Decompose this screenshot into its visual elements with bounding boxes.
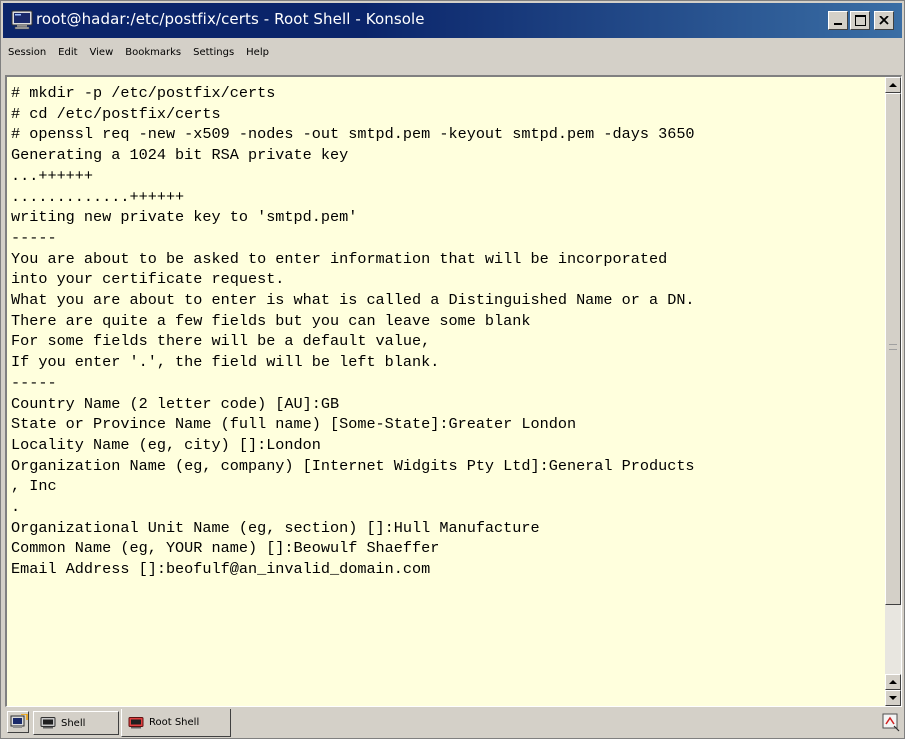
close-session-icon[interactable] <box>882 712 900 732</box>
terminal-line: Organizational Unit Name (eg, section) [… <box>11 518 540 537</box>
terminal-line: If you enter '.', the field will be left… <box>11 353 440 372</box>
terminal-output[interactable]: # mkdir -p /etc/postfix/certs # cd /etc/… <box>7 77 886 706</box>
terminal-line: Common Name (eg, YOUR name) []:Beowulf S… <box>11 539 440 558</box>
terminal-line: # cd /etc/postfix/certs <box>11 104 221 123</box>
terminal-line: Email Address []:beofulf@an_invalid_doma… <box>11 560 431 579</box>
scrollbar-thumb[interactable] <box>885 93 901 605</box>
terminal-line: What you are about to enter is what is c… <box>11 291 695 310</box>
terminal-line: # mkdir -p /etc/postfix/certs <box>11 84 276 102</box>
terminal-line: Organization Name (eg, company) [Interne… <box>11 456 695 475</box>
session-tab-bar: Shell Root Shell <box>5 709 902 737</box>
tab-root-shell-label: Root Shell <box>149 717 200 728</box>
close-icon <box>879 16 889 25</box>
tab-root-shell[interactable]: Root Shell <box>121 709 231 737</box>
terminal-line: . <box>11 498 21 517</box>
terminal-line: Locality Name (eg, city) []:London <box>11 435 321 454</box>
menu-view[interactable]: View <box>84 47 120 58</box>
window-title: root@hadar:/etc/postfix/certs - Root She… <box>36 10 425 28</box>
menu-help[interactable]: Help <box>240 47 275 58</box>
terminal-text: # mkdir -p /etc/postfix/certs # cd /etc/… <box>7 77 886 580</box>
terminal-line: ----- <box>11 228 57 247</box>
new-session-button[interactable] <box>7 711 29 733</box>
scrollbar-grip <box>889 344 897 350</box>
konsole-app-icon[interactable] <box>11 10 33 30</box>
menu-bar: Session Edit View Bookmarks Settings Hel… <box>3 41 902 63</box>
terminal-line: , Inc <box>11 477 57 496</box>
scroll-up-button[interactable] <box>885 77 901 93</box>
menu-settings[interactable]: Settings <box>187 47 240 58</box>
vertical-scrollbar[interactable] <box>885 77 901 706</box>
terminal-line: For some fields there will be a default … <box>11 332 431 351</box>
scroll-up-button-lower[interactable] <box>885 674 901 690</box>
terminal-line: Country Name (2 letter code) [AU]:GB <box>11 394 340 413</box>
close-button[interactable] <box>874 11 894 30</box>
terminal-line: State or Province Name (full name) [Some… <box>11 415 577 434</box>
terminal-line: writing new private key to 'smtpd.pem' <box>11 208 358 227</box>
konsole-window: root@hadar:/etc/postfix/certs - Root She… <box>0 0 905 739</box>
terminal-line: Generating a 1024 bit RSA private key <box>11 146 349 165</box>
terminal-frame: # mkdir -p /etc/postfix/certs # cd /etc/… <box>5 75 902 707</box>
maximize-button[interactable] <box>850 11 870 30</box>
terminal-line: .............++++++ <box>11 187 185 206</box>
menu-bookmarks[interactable]: Bookmarks <box>119 47 187 58</box>
tab-shell-label: Shell <box>61 717 86 729</box>
minimize-button[interactable] <box>828 11 848 30</box>
new-session-icon <box>10 714 28 728</box>
terminal-line: There are quite a few fields but you can… <box>11 311 531 330</box>
scroll-down-button[interactable] <box>885 690 901 706</box>
terminal-icon <box>40 717 56 729</box>
terminal-line: You are about to be asked to enter infor… <box>11 249 668 268</box>
tab-shell[interactable]: Shell <box>33 711 119 735</box>
terminal-line: # openssl req -new -x509 -nodes -out smt… <box>11 125 695 144</box>
terminal-line: into your certificate request. <box>11 270 285 289</box>
arrow-down-icon <box>889 696 897 700</box>
arrow-up-icon <box>889 680 897 684</box>
menu-edit[interactable]: Edit <box>52 47 83 58</box>
root-terminal-icon <box>128 716 144 729</box>
menu-session[interactable]: Session <box>3 47 52 58</box>
title-bar[interactable]: root@hadar:/etc/postfix/certs - Root She… <box>3 3 902 38</box>
terminal-line: ...++++++ <box>11 166 94 185</box>
terminal-line: ----- <box>11 373 57 392</box>
arrow-up-icon <box>889 83 897 87</box>
